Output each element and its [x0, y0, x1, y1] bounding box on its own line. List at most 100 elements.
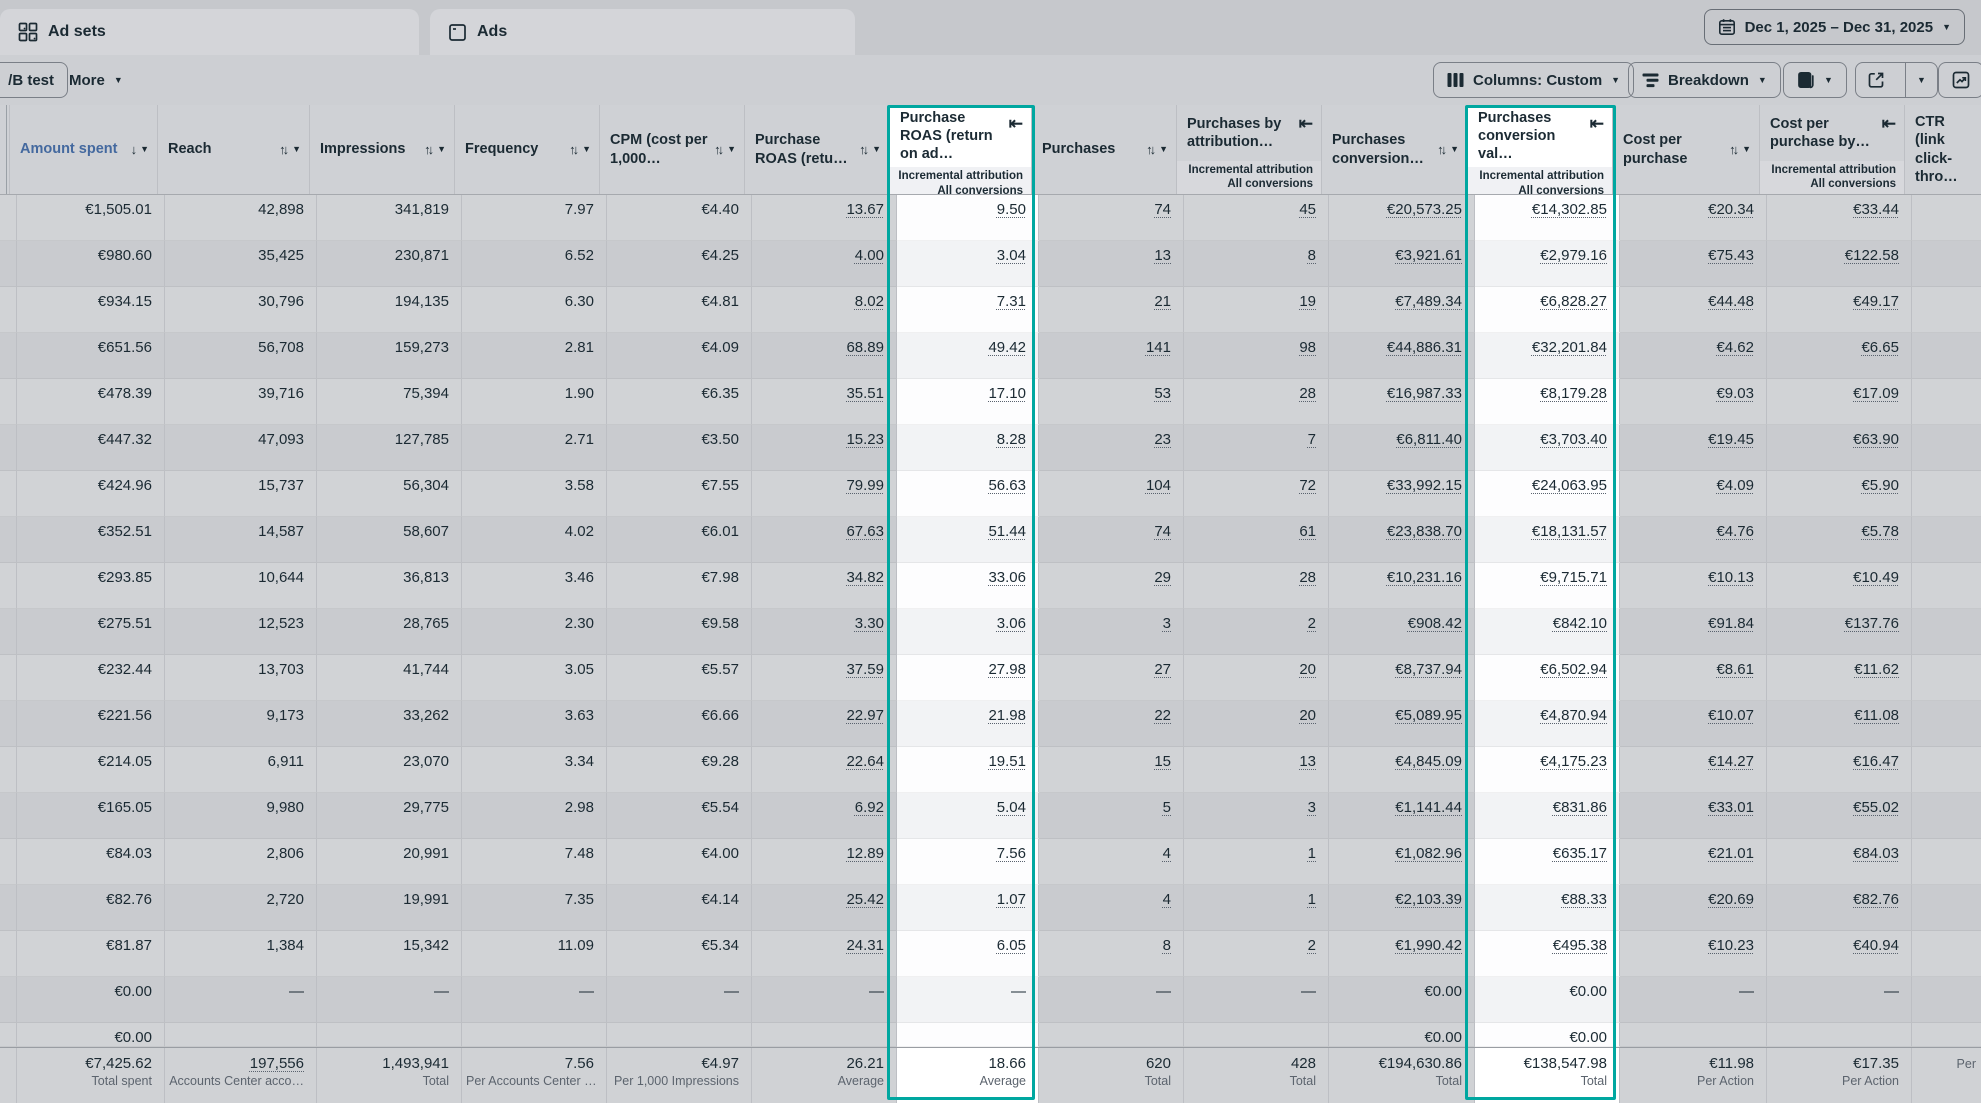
cell-value-purchase-roas-incremental[interactable]: 5.04 [997, 799, 1026, 816]
sort-control-impressions[interactable]: ↑↓ ▼ [424, 142, 446, 157]
sort-control-reach[interactable]: ↑↓ ▼ [279, 142, 301, 157]
cell-value-cost-per-purchase-by[interactable]: €10.49 [1853, 569, 1899, 586]
cell-value-purchases[interactable]: 23 [1154, 431, 1171, 448]
cell-value-purchases-by-attribution[interactable]: 98 [1299, 339, 1316, 356]
cell-value-cost-per-purchase-by[interactable]: €6.65 [1861, 339, 1899, 356]
cell-value-purchases-conversion[interactable]: €4,845.09 [1395, 753, 1462, 770]
cell-value-purchases-conversion-value[interactable]: €9,715.71 [1540, 569, 1607, 586]
column-header-ctr[interactable]: CTR (link click-thro… [1905, 105, 1981, 194]
cell-value-purchases-by-attribution[interactable]: 8 [1308, 247, 1316, 264]
total-value-reach[interactable]: 197,556 [250, 1055, 304, 1072]
cell-value-cost-per-purchase[interactable]: €10.23 [1708, 937, 1754, 954]
cell-value-purchases-conversion-value[interactable]: €88.33 [1561, 891, 1607, 908]
cell-value-cost-per-purchase-by[interactable]: €137.76 [1845, 615, 1899, 632]
cell-value-purchase-roas[interactable]: 4.00 [855, 247, 884, 264]
columns-button[interactable]: Columns: Custom ▼ [1433, 62, 1635, 98]
export-button[interactable] [1856, 63, 1896, 97]
cell-value-purchases-conversion[interactable]: €1,990.42 [1395, 937, 1462, 954]
sort-control-purchase-roas[interactable]: ↑↓ ▼ [859, 142, 881, 157]
cell-value-purchases-conversion[interactable]: €5,089.95 [1395, 707, 1462, 724]
cell-value-purchases[interactable]: 53 [1154, 385, 1171, 402]
cell-value-cost-per-purchase[interactable]: €33.01 [1708, 799, 1754, 816]
cell-value-purchases-by-attribution[interactable]: 1 [1308, 891, 1316, 908]
cell-value-purchases-conversion-value[interactable]: €14,302.85 [1532, 201, 1607, 218]
cell-value-purchases-conversion-value[interactable]: €6,828.27 [1540, 293, 1607, 310]
cell-value-purchase-roas-incremental[interactable]: 27.98 [988, 661, 1026, 678]
cell-value-cost-per-purchase[interactable]: €4.62 [1716, 339, 1754, 356]
cell-value-purchase-roas-incremental[interactable]: 9.50 [997, 201, 1026, 218]
cell-value-cost-per-purchase[interactable]: €4.76 [1716, 523, 1754, 540]
cell-value-purchase-roas-incremental[interactable]: 1.07 [997, 891, 1026, 908]
cell-value-cost-per-purchase[interactable]: €10.07 [1708, 707, 1754, 724]
chevron-down-icon[interactable]: ▼ [872, 145, 881, 154]
column-header-purchase-roas-incremental[interactable]: Purchase ROAS (return on ad… ⇤ Incremental… [890, 105, 1032, 194]
cell-value-purchases-conversion[interactable]: €16,987.33 [1387, 385, 1462, 402]
cell-value-purchase-roas[interactable]: 8.02 [855, 293, 884, 310]
sort-control-frequency[interactable]: ↑↓ ▼ [569, 142, 591, 157]
cell-value-purchase-roas-incremental[interactable]: 8.28 [997, 431, 1026, 448]
cell-value-purchase-roas[interactable]: 15.23 [846, 431, 884, 448]
cell-value-purchases-by-attribution[interactable]: 28 [1299, 569, 1316, 586]
column-header-purchases[interactable]: Purchases ↑↓ ▼ [1032, 105, 1177, 194]
column-header-cpm[interactable]: CPM (cost per 1,000… ↑↓ ▼ [600, 105, 745, 194]
cell-value-cost-per-purchase-by[interactable]: €33.44 [1853, 201, 1899, 218]
cell-value-purchases-conversion[interactable]: €20,573.25 [1387, 201, 1462, 218]
cell-value-purchase-roas-incremental[interactable]: 3.06 [997, 615, 1026, 632]
cell-value-purchase-roas[interactable]: 34.82 [846, 569, 884, 586]
cell-value-cost-per-purchase[interactable]: €20.69 [1708, 891, 1754, 908]
more-button[interactable]: More ▼ [56, 62, 136, 98]
cell-value-purchase-roas-incremental[interactable]: 3.04 [997, 247, 1026, 264]
cell-value-cost-per-purchase-by[interactable]: €49.17 [1853, 293, 1899, 310]
cell-value-purchase-roas[interactable]: 12.89 [846, 845, 884, 862]
column-header-cost-per-purchase[interactable]: Cost per purchase ↑↓ ▼ [1613, 105, 1760, 194]
cell-value-cost-per-purchase[interactable]: €8.61 [1716, 661, 1754, 678]
cell-value-purchases-conversion-value[interactable]: €6,502.94 [1540, 661, 1607, 678]
cell-value-purchases-by-attribution[interactable]: 2 [1308, 615, 1316, 632]
cell-value-purchases-by-attribution[interactable]: 2 [1308, 937, 1316, 954]
cell-value-purchases-conversion-value[interactable]: €842.10 [1553, 615, 1607, 632]
sort-control-purchases-conversion[interactable]: ↑↓ ▼ [1437, 142, 1459, 157]
chevron-down-icon[interactable]: ▼ [1742, 145, 1751, 154]
cell-value-purchase-roas-incremental[interactable]: 19.51 [988, 753, 1026, 770]
cell-value-purchases-conversion[interactable]: €8,737.94 [1395, 661, 1462, 678]
cell-value-purchases-conversion-value[interactable]: €32,201.84 [1532, 339, 1607, 356]
collapse-column-icon[interactable]: ⇤ [1590, 115, 1604, 132]
cell-value-cost-per-purchase-by[interactable]: €122.58 [1845, 247, 1899, 264]
cell-value-cost-per-purchase-by[interactable]: €63.90 [1853, 431, 1899, 448]
cell-value-purchase-roas-incremental[interactable]: 17.10 [988, 385, 1026, 402]
column-header-purchases-conversion-value[interactable]: Purchases conversion val… ⇤ Incremental at… [1468, 105, 1613, 194]
cell-value-purchases[interactable]: 104 [1146, 477, 1171, 494]
cell-value-purchases[interactable]: 8 [1163, 937, 1171, 954]
cell-value-purchases-conversion-value[interactable]: €4,175.23 [1540, 753, 1607, 770]
chevron-down-icon[interactable]: ▼ [1159, 145, 1168, 154]
cell-value-purchase-roas-incremental[interactable]: 21.98 [988, 707, 1026, 724]
cell-value-cost-per-purchase[interactable]: €19.45 [1708, 431, 1754, 448]
collapse-column-icon[interactable]: ⇤ [1009, 115, 1023, 132]
cell-value-purchase-roas-incremental[interactable]: 7.31 [997, 293, 1026, 310]
cell-value-purchases-conversion-value[interactable]: €3,703.40 [1540, 431, 1607, 448]
cell-value-purchases[interactable]: 27 [1154, 661, 1171, 678]
tab-ad-sets[interactable]: Ad sets [0, 9, 419, 55]
chevron-down-icon[interactable]: ▼ [582, 145, 591, 154]
cell-value-purchase-roas-incremental[interactable]: 56.63 [988, 477, 1026, 494]
cell-value-purchases-conversion[interactable]: €2,103.39 [1395, 891, 1462, 908]
date-range-button[interactable]: Dec 1, 2025 – Dec 31, 2025 ▼ [1703, 9, 1965, 45]
cell-value-purchase-roas[interactable]: 3.30 [855, 615, 884, 632]
cell-value-purchases-conversion-value[interactable]: €4,870.94 [1540, 707, 1607, 724]
cell-value-purchase-roas[interactable]: 6.92 [855, 799, 884, 816]
cell-value-purchase-roas-incremental[interactable]: 51.44 [988, 523, 1026, 540]
cell-value-purchases-conversion[interactable]: €1,082.96 [1395, 845, 1462, 862]
cell-value-cost-per-purchase-by[interactable]: €40.94 [1853, 937, 1899, 954]
cell-value-purchases-conversion-value[interactable]: €2,979.16 [1540, 247, 1607, 264]
chevron-down-icon[interactable]: ▼ [727, 145, 736, 154]
column-header-cost-per-purchase-by[interactable]: Cost per purchase by… ⇤ Incremental attrib… [1760, 105, 1905, 194]
cell-value-purchases-by-attribution[interactable]: 28 [1299, 385, 1316, 402]
cell-value-purchases-by-attribution[interactable]: 72 [1299, 477, 1316, 494]
column-header-amount-spent[interactable]: Amount spent ↓ ▼ [10, 105, 158, 194]
cell-value-purchases-conversion[interactable]: €7,489.34 [1395, 293, 1462, 310]
cell-value-purchase-roas[interactable]: 68.89 [846, 339, 884, 356]
cell-value-purchases-conversion[interactable]: €6,811.40 [1396, 431, 1462, 448]
cell-value-purchases-by-attribution[interactable]: 20 [1299, 661, 1316, 678]
cell-value-purchases-conversion-value[interactable]: €495.38 [1553, 937, 1607, 954]
cell-value-purchases-conversion-value[interactable]: €18,131.57 [1532, 523, 1607, 540]
